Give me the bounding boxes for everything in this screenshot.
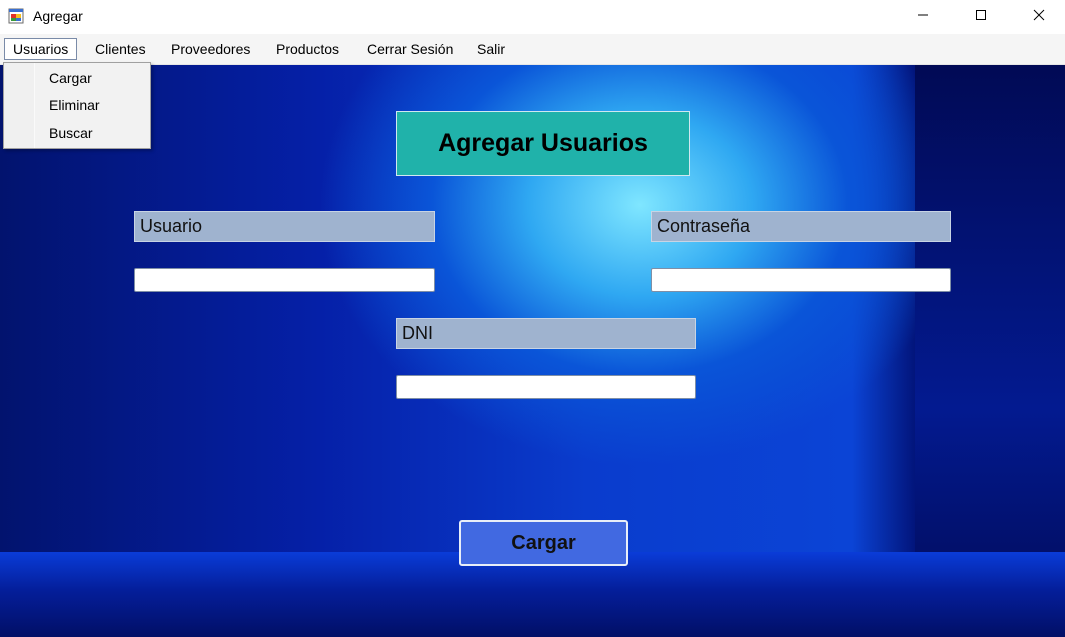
dni-input[interactable] [396,375,696,399]
windows-form-icon [8,8,24,24]
minimize-button[interactable] [894,0,952,34]
menu-clientes[interactable]: Clientes [87,38,154,60]
contrasena-label: Contraseña [651,211,951,242]
contrasena-input[interactable] [651,268,951,292]
menu-usuarios[interactable]: Usuarios [4,38,78,60]
window-title: Agregar [33,8,83,24]
form-background: Agregar Usuarios Usuario Contraseña DNI … [0,65,1065,637]
menu-salir[interactable]: Salir [469,38,513,60]
close-button[interactable] [1010,0,1065,34]
maximize-icon [975,8,987,26]
dropdown-item-cargar[interactable]: Cargar [5,65,150,91]
usuario-input[interactable] [134,268,435,292]
menu-proveedores[interactable]: Proveedores [163,38,258,60]
menu-bar: Usuarios Clientes Proveedores Productos … [0,34,1065,65]
maximize-button[interactable] [952,0,1010,34]
dropdown-item-buscar[interactable]: Buscar [5,120,150,146]
usuarios-dropdown-menu: Cargar Eliminar Buscar [3,62,151,149]
usuario-label: Usuario [134,211,435,242]
title-bar: Agregar [0,0,1065,34]
cargar-button[interactable]: Cargar [459,520,628,566]
menu-productos[interactable]: Productos [268,38,347,60]
dni-label: DNI [396,318,696,349]
form-heading: Agregar Usuarios [396,111,690,176]
minimize-icon [917,8,929,26]
close-icon [1033,8,1045,26]
menu-cerrar-sesion[interactable]: Cerrar Sesión [359,38,461,60]
dropdown-item-eliminar[interactable]: Eliminar [5,92,150,118]
